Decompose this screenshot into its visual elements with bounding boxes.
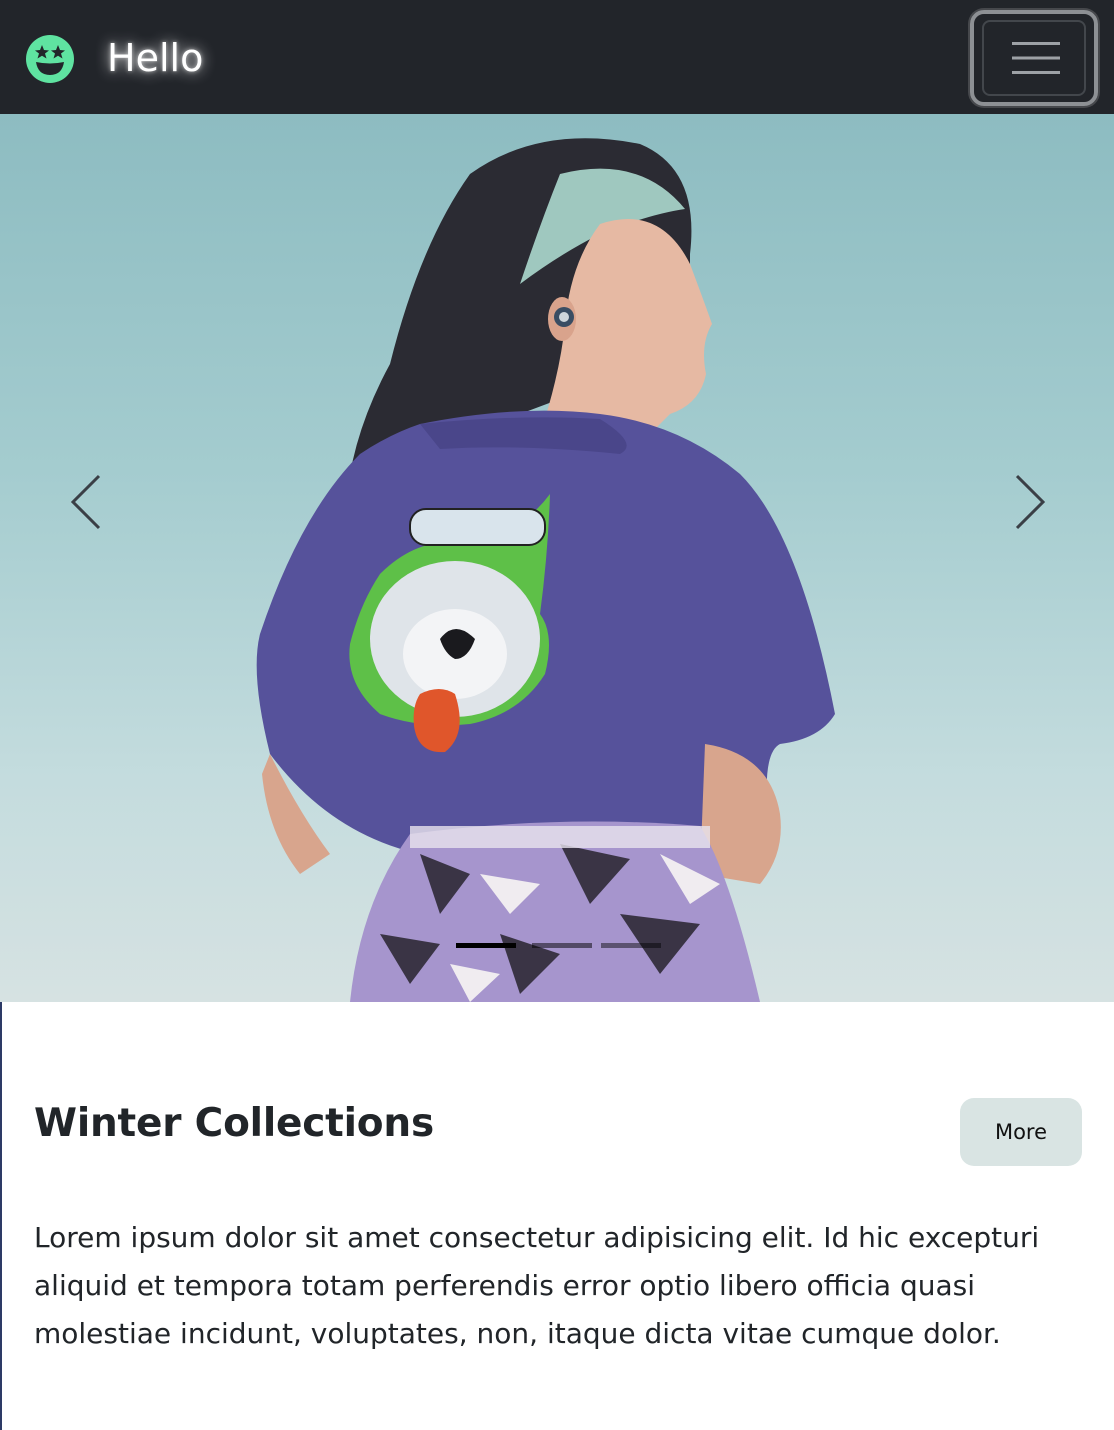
- navbar: Hello: [0, 0, 1114, 114]
- more-button[interactable]: More: [960, 1098, 1082, 1166]
- carousel-indicator-2[interactable]: [532, 943, 592, 948]
- carousel-slide-image: [256, 138, 836, 1002]
- brand-title[interactable]: Hello: [107, 34, 203, 82]
- section-body-text: Lorem ipsum dolor sit amet consectetur a…: [34, 1221, 1040, 1350]
- carousel-indicators: [456, 943, 666, 951]
- hamburger-menu-icon: [1012, 42, 1060, 74]
- chevron-left-icon: [70, 474, 101, 530]
- star-struck-smiley-icon[interactable]: [25, 34, 75, 84]
- carousel-indicator-1[interactable]: [456, 943, 516, 948]
- carousel-prev-button[interactable]: [56, 470, 116, 534]
- section-title: Winter Collections: [34, 1101, 434, 1146]
- left-border: [0, 1002, 2, 1430]
- navbar-toggler-button[interactable]: [970, 10, 1098, 106]
- carousel-indicator-3[interactable]: [601, 943, 661, 948]
- chevron-right-icon: [1015, 474, 1046, 530]
- carousel-next-button[interactable]: [1000, 470, 1060, 534]
- hero-carousel: [0, 114, 1114, 1002]
- page: Hello Winter Collections More Lorem ipsu…: [0, 0, 1114, 1430]
